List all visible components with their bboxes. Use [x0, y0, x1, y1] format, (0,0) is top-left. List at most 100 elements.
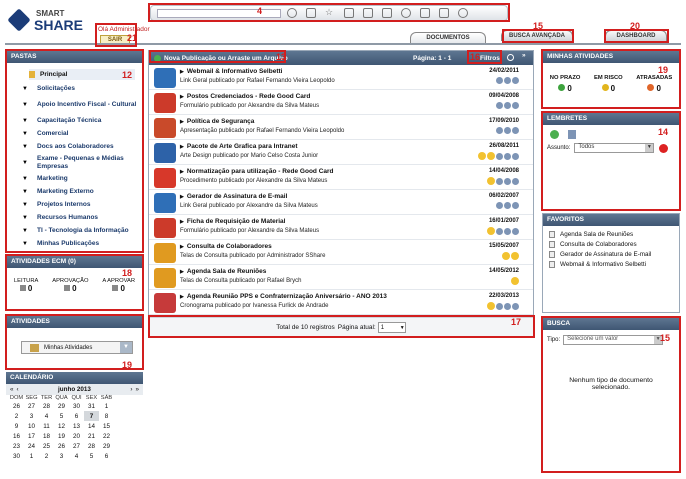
calendar-day[interactable]: 1 — [99, 401, 114, 411]
calendar-day[interactable]: 27 — [69, 441, 84, 451]
prev-year-icon[interactable]: « — [10, 386, 14, 393]
download-icon[interactable] — [504, 153, 511, 160]
add-reminder-icon[interactable] — [550, 130, 559, 139]
folder-item[interactable]: ▼ Solicitações — [22, 82, 142, 95]
calendar-day[interactable]: 21 — [84, 431, 99, 441]
calendar-day[interactable]: 28 — [84, 441, 99, 451]
search-icon[interactable] — [287, 8, 297, 18]
next-month-icon[interactable]: › — [130, 386, 132, 393]
window-icon[interactable] — [420, 8, 430, 18]
view-icon[interactable] — [496, 102, 503, 109]
calendar-day[interactable]: 1 — [24, 451, 39, 461]
favorite-item[interactable]: Agenda Sala de Reuniões — [549, 229, 679, 239]
download-icon[interactable] — [504, 127, 511, 134]
calendar-day[interactable]: 7 — [84, 411, 99, 421]
document-title[interactable]: Normatização para utilização - Rede Good… — [187, 168, 334, 175]
next-year-icon[interactable]: » — [135, 386, 139, 393]
page-select[interactable]: 1 ▼ — [377, 322, 406, 333]
document-row[interactable]: ▶ Webmail & Informativo Selbetti Link Gera… — [149, 65, 533, 90]
folder-item[interactable]: ▼ Exame - Pequenas e Médias Empresas — [22, 153, 142, 172]
folder-item[interactable]: ▼ Recursos Humanos — [22, 211, 142, 224]
download-icon[interactable] — [504, 202, 511, 209]
rating-icon[interactable] — [511, 252, 519, 260]
folder-item[interactable]: ▼ Apoio Incentivo Fiscal - Cultural — [22, 95, 142, 114]
task-counter[interactable]: NO PRAZO 0 — [550, 75, 581, 93]
calendar-day[interactable]: 28 — [39, 401, 54, 411]
expand-icon[interactable]: ▶ — [180, 194, 184, 200]
download-icon[interactable] — [504, 303, 511, 310]
filters-button[interactable]: Filtros — [480, 55, 500, 62]
document-row[interactable]: ▶ Gerador de Assinatura de E-mail Link Ger… — [149, 190, 533, 215]
task-counter[interactable]: EM RISCO 0 — [594, 75, 623, 93]
info-icon[interactable] — [512, 153, 519, 160]
calendar-day[interactable]: 13 — [69, 421, 84, 431]
folder-principal[interactable]: Principal — [29, 69, 135, 80]
calendar-day[interactable]: 20 — [69, 431, 84, 441]
document-row[interactable]: ▶ Agenda Sala de Reuniões Telas de Consult… — [149, 265, 533, 290]
calendar-day[interactable]: 6 — [99, 451, 114, 461]
document-title[interactable]: Gerador de Assinatura de E-mail — [187, 193, 288, 200]
tab-busca-avancada[interactable]: BUSCA AVANÇADA — [501, 30, 573, 41]
new-publication-button[interactable]: Nova Publicação ou Arraste um Arquivo — [164, 55, 288, 62]
collapse-icon[interactable]: » — [522, 52, 526, 59]
document-title[interactable]: Webmail & Informativo Selbetti — [187, 68, 283, 75]
expand-icon[interactable]: ▶ — [180, 294, 184, 300]
calendar-day[interactable]: 2 — [39, 451, 54, 461]
calendar-day[interactable]: 4 — [69, 451, 84, 461]
rating-icon[interactable] — [487, 302, 495, 310]
calendar-day[interactable]: 18 — [39, 431, 54, 441]
calendar-day[interactable]: 30 — [9, 451, 24, 461]
ecm-approval[interactable]: APROVAÇÃO 0 — [52, 278, 88, 293]
document-row[interactable]: ▶ Pacote de Arte Grafica para Intranet Art… — [149, 140, 533, 165]
download-icon[interactable] — [504, 178, 511, 185]
info-icon[interactable] — [512, 178, 519, 185]
view-icon[interactable] — [496, 127, 503, 134]
activities-select[interactable]: Minhas Atividades ▼ — [21, 341, 133, 354]
document-row[interactable]: ▶ Política de Segurança Apresentação publi… — [149, 115, 533, 140]
view-icon[interactable] — [496, 77, 503, 84]
ecm-reading[interactable]: LEITURA 0 — [14, 278, 38, 293]
calendar-day[interactable]: 16 — [9, 431, 24, 441]
calendar-day[interactable]: 3 — [24, 411, 39, 421]
document-row[interactable]: ▶ Normatização para utilização - Rede Goo… — [149, 165, 533, 190]
document-title[interactable]: Postos Credenciados - Rede Good Card — [187, 93, 311, 100]
document-row[interactable]: ▶ Consulta de Colaboradores Telas de Consu… — [149, 240, 533, 265]
calendar-day[interactable]: 14 — [84, 421, 99, 431]
folder-item[interactable]: ▼ TI - Tecnologia da Informação — [22, 224, 142, 237]
info-icon[interactable] — [512, 303, 519, 310]
filter-icon[interactable] — [344, 8, 354, 18]
calendar-day[interactable]: 9 — [9, 421, 24, 431]
calendar-day[interactable]: 27 — [24, 401, 39, 411]
document-title[interactable]: Ficha de Requisição de Material — [187, 218, 286, 225]
search-icon[interactable] — [507, 54, 514, 61]
calendar-day[interactable]: 4 — [39, 411, 54, 421]
folder-item[interactable]: ▼ Marketing — [22, 172, 142, 185]
document-title[interactable]: Consulta de Colaboradores — [187, 243, 272, 250]
expand-icon[interactable]: ▶ — [180, 94, 184, 100]
rating-icon[interactable] — [478, 152, 486, 160]
calendar-day[interactable]: 8 — [99, 411, 114, 421]
document-title[interactable]: Política de Segurança — [187, 118, 255, 125]
add-icon[interactable] — [154, 54, 161, 62]
calendar-day[interactable]: 22 — [99, 431, 114, 441]
calendar-day[interactable]: 26 — [9, 401, 24, 411]
calendar-day[interactable]: 26 — [54, 441, 69, 451]
view-icon[interactable] — [496, 303, 503, 310]
document-row[interactable]: ▶ Agenda Reunião PPS e Confraternização A… — [149, 290, 533, 315]
expand-icon[interactable]: ▶ — [180, 169, 184, 175]
download-icon[interactable] — [504, 102, 511, 109]
favorite-item[interactable]: Gerador de Assinatura de E-mail — [549, 249, 679, 259]
calendar-day[interactable]: 24 — [24, 441, 39, 451]
calendar-day[interactable]: 11 — [39, 421, 54, 431]
calendar-day[interactable]: 29 — [99, 441, 114, 451]
view-icon[interactable] — [496, 228, 503, 235]
calendar-day[interactable]: 31 — [84, 401, 99, 411]
expand-icon[interactable]: ▶ — [180, 69, 184, 75]
rating-icon[interactable] — [487, 227, 495, 235]
star-icon[interactable]: ☆ — [325, 8, 335, 18]
info-icon[interactable] — [512, 202, 519, 209]
info-icon[interactable] — [512, 127, 519, 134]
expand-icon[interactable]: ▶ — [180, 269, 184, 275]
favorite-item[interactable]: Webmail & Informativo Selbetti — [549, 259, 679, 269]
calendar-day[interactable]: 5 — [84, 451, 99, 461]
